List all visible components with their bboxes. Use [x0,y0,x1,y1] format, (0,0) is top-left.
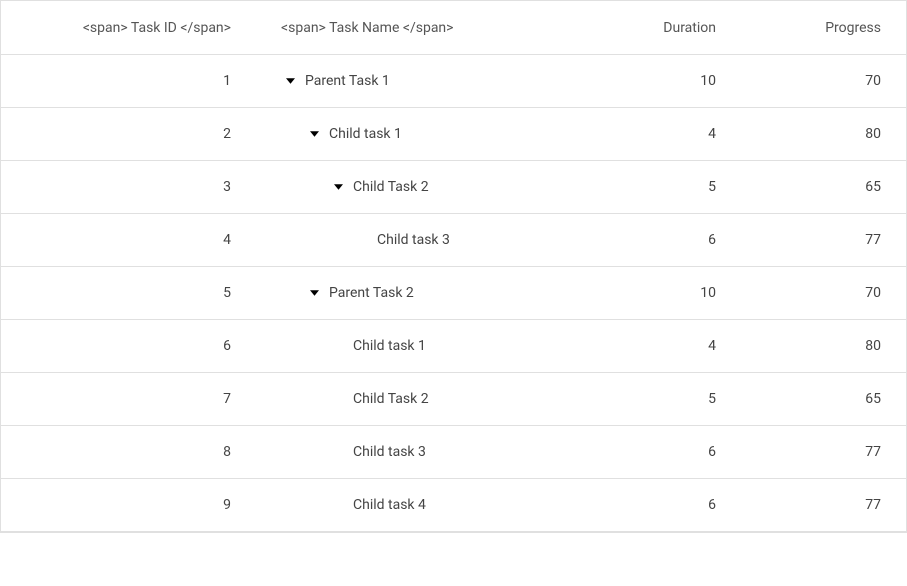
table-row[interactable]: 3 Child Task 2 565 [1,161,906,214]
task-name-text: Child task 3 [377,232,450,248]
header-task-name[interactable]: <span> Task Name </span> [261,20,571,36]
table-row[interactable]: 2 Child task 1 480 [1,108,906,161]
task-name-text: Child Task 2 [353,179,429,195]
cell-progress: 70 [746,285,906,301]
table-row[interactable]: 7 Child Task 2 565 [1,373,906,426]
cell-task-id: 3 [1,179,261,195]
cell-task-id: 2 [1,126,261,142]
cell-duration: 5 [571,391,746,407]
cell-duration: 5 [571,179,746,195]
caret-down-icon[interactable] [305,284,323,302]
tree-grid: <span> Task ID </span> <span> Task Name … [0,0,907,533]
cell-task-name: Child task 1 [261,125,571,143]
cell-progress: 70 [746,73,906,89]
cell-task-name: Child task 1 [261,338,571,354]
cell-duration: 4 [571,338,746,354]
cell-progress: 65 [746,179,906,195]
table-row[interactable]: 4 Child task 3 677 [1,214,906,267]
cell-duration: 6 [571,497,746,513]
cell-progress: 65 [746,391,906,407]
cell-task-name: Child Task 2 [261,391,571,407]
header-duration[interactable]: Duration [571,20,746,36]
cell-duration: 6 [571,232,746,248]
cell-task-id: 5 [1,285,261,301]
task-name-text: Parent Task 2 [329,285,414,301]
cell-duration: 6 [571,444,746,460]
cell-progress: 77 [746,232,906,248]
cell-duration: 4 [571,126,746,142]
cell-task-id: 6 [1,338,261,354]
rows-container: 1Parent Task 110702Child task 14803Child… [1,55,906,532]
cell-task-name: Parent Task 1 [261,72,571,90]
cell-task-id: 9 [1,497,261,513]
cell-duration: 10 [571,73,746,89]
caret-down-icon[interactable] [281,72,299,90]
table-row[interactable]: 1 Parent Task 1 1070 [1,55,906,108]
task-name-text: Child task 1 [353,338,426,354]
task-name-text: Child task 1 [329,126,402,142]
cell-task-name: Child task 4 [261,497,571,513]
table-row[interactable]: 5 Parent Task 2 1070 [1,267,906,320]
cell-task-id: 4 [1,232,261,248]
cell-progress: 80 [746,126,906,142]
cell-task-name: Child task 3 [261,444,571,460]
header-progress[interactable]: Progress [746,20,906,36]
caret-down-icon[interactable] [305,125,323,143]
task-name-text: Child Task 2 [353,391,429,407]
cell-task-name: Child Task 2 [261,178,571,196]
cell-duration: 10 [571,285,746,301]
header-task-id[interactable]: <span> Task ID </span> [1,20,261,36]
cell-progress: 80 [746,338,906,354]
cell-progress: 77 [746,497,906,513]
caret-down-icon[interactable] [329,178,347,196]
table-row[interactable]: 8 Child task 3 677 [1,426,906,479]
cell-task-name: Parent Task 2 [261,284,571,302]
header-row: <span> Task ID </span> <span> Task Name … [1,1,906,55]
table-row[interactable]: 6 Child task 1 480 [1,320,906,373]
task-name-text: Parent Task 1 [305,73,390,89]
cell-task-id: 1 [1,73,261,89]
cell-progress: 77 [746,444,906,460]
table-row[interactable]: 9 Child task 4 677 [1,479,906,532]
task-name-text: Child task 4 [353,497,426,513]
cell-task-name: Child task 3 [261,232,571,248]
task-name-text: Child task 3 [353,444,426,460]
cell-task-id: 7 [1,391,261,407]
cell-task-id: 8 [1,444,261,460]
